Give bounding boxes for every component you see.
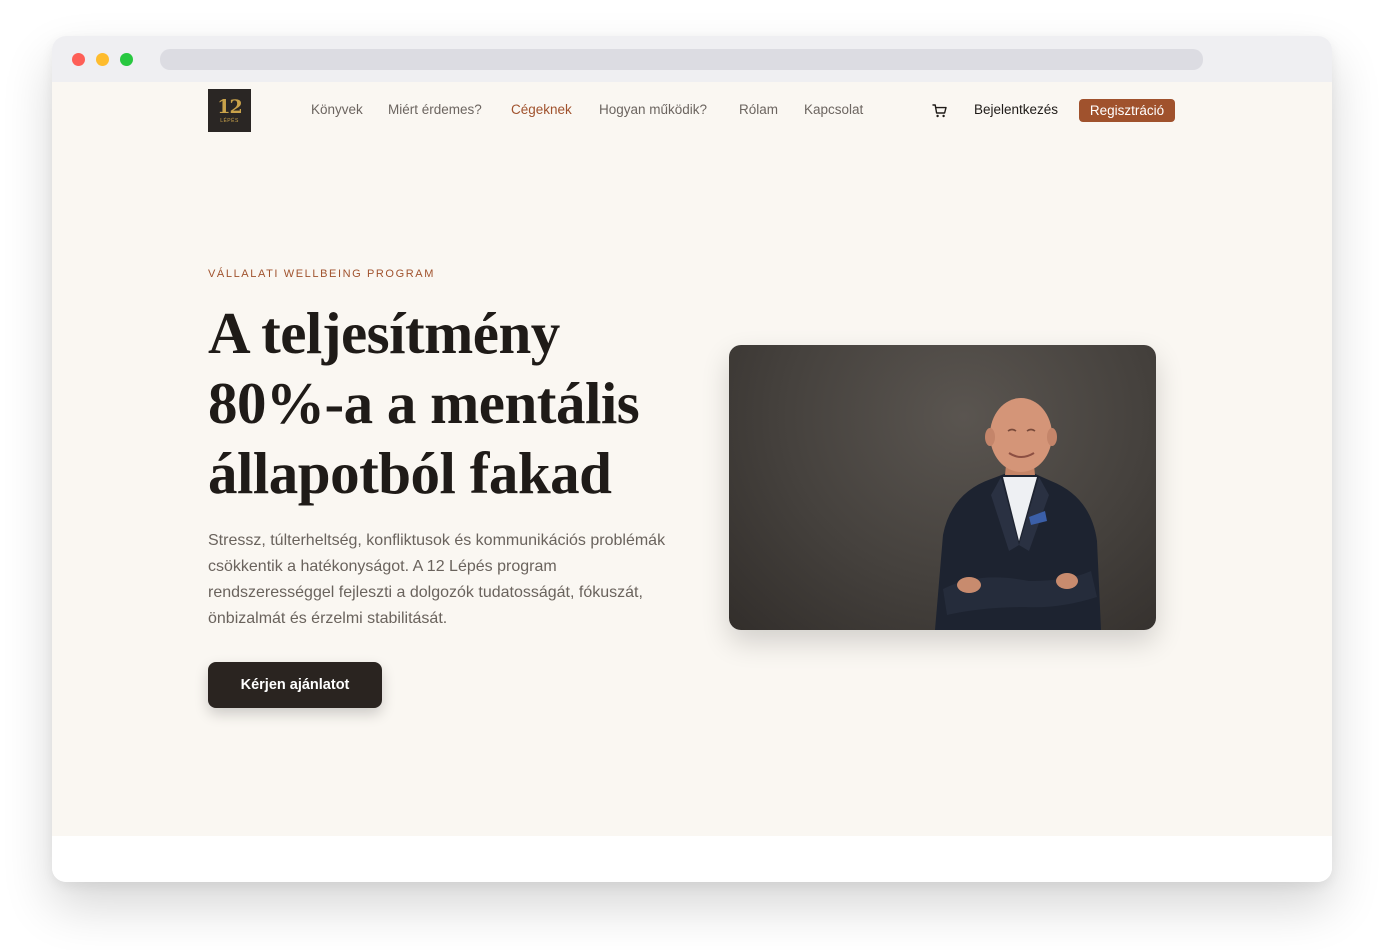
browser-titlebar [52,36,1332,82]
logo-number: 12 [217,95,242,118]
close-window-button[interactable] [72,53,85,66]
maximize-window-button[interactable] [120,53,133,66]
nav-link-cegeknek[interactable]: Cégeknek [511,102,572,117]
login-link[interactable]: Bejelentkezés [974,102,1058,117]
nav-link-kapcsolat[interactable]: Kapcsolat [804,102,863,117]
portrait-photo [729,345,1156,630]
cart-icon[interactable] [932,103,948,119]
address-bar[interactable] [160,49,1203,70]
site-logo[interactable]: 12 LÉPÉS [208,89,251,132]
hero-eyebrow: VÁLLALATI WELLBEING PROGRAM [208,268,435,280]
headline-line-3: állapotból fakad [208,440,612,506]
nav-link-konyvek[interactable]: Könyvek [311,102,363,117]
nav-link-miert-erdemes[interactable]: Miért érdemes? [388,102,482,117]
nav-link-rolam[interactable]: Rólam [739,102,778,117]
hero-lead-text: Stressz, túlterheltség, konfliktusok és … [208,532,666,627]
screenshot-stage: 12 LÉPÉS Könyvek Miért érdemes? Cégeknek… [0,0,1384,950]
page-content: 12 LÉPÉS Könyvek Miért érdemes? Cégeknek… [52,82,1332,836]
browser-window: 12 LÉPÉS Könyvek Miért érdemes? Cégeknek… [52,36,1332,882]
register-button[interactable]: Regisztráció [1079,99,1175,122]
minimize-window-button[interactable] [96,53,109,66]
request-offer-button[interactable]: Kérjen ajánlatot [208,662,382,708]
nav-link-hogyan-mukodik[interactable]: Hogyan működik? [599,102,707,117]
headline-line-1: A teljesítmény [208,300,560,366]
hero-headline: A teljesítmény 80%-a a mentális állapotb… [208,298,668,508]
page-footer-strip [52,836,1332,882]
headline-line-2: 80%-a a mentális [208,370,640,436]
logo-subtitle: LÉPÉS [220,117,239,124]
